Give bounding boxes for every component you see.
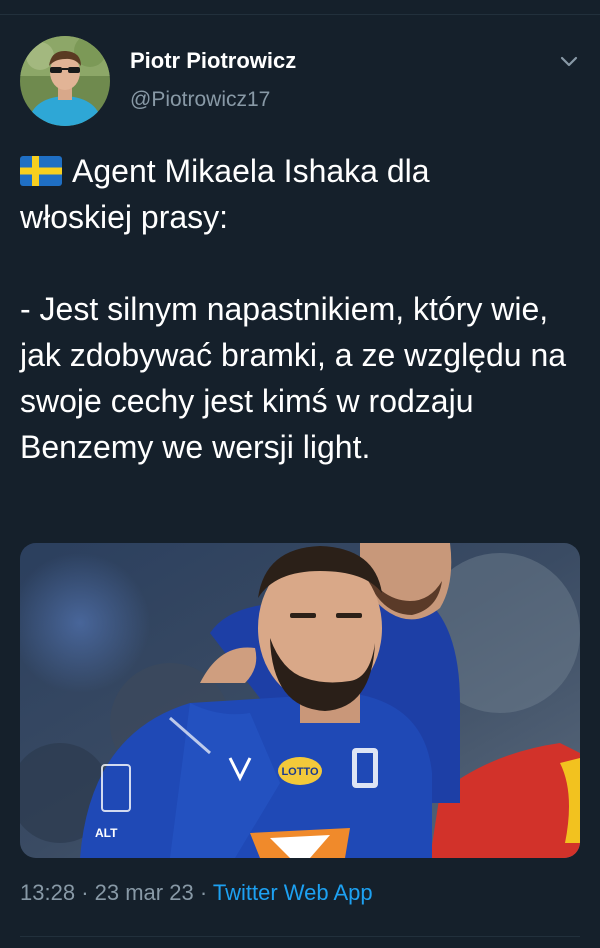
sponsor-badge-text: LOTTO <box>281 766 319 778</box>
avatar[interactable] <box>20 36 110 126</box>
tweet-line-2: włoskiej prasy: <box>20 199 229 235</box>
tweet-date[interactable]: 23 mar 23 <box>95 880 194 905</box>
tweet-photo[interactable]: LOTTO ALT <box>20 543 580 858</box>
chevron-down-icon[interactable] <box>558 50 580 72</box>
top-divider <box>0 14 600 15</box>
tweet-meta: 13:28 · 23 mar 23 · Twitter Web App <box>20 880 373 906</box>
tweet-time[interactable]: 13:28 <box>20 880 75 905</box>
tweet-quote: - Jest silnym napastnikiem, który wie, j… <box>20 291 567 465</box>
sweden-flag-icon <box>20 156 62 186</box>
photo-football-player: LOTTO ALT <box>20 543 580 858</box>
author-display-name[interactable]: Piotr Piotrowicz <box>130 48 296 74</box>
tweet-source-link[interactable]: Twitter Web App <box>213 880 373 905</box>
tweet-line-1: Agent Mikaela Ishaka dla <box>20 148 580 194</box>
tweet-line-1-text: Agent Mikaela Ishaka dla <box>72 153 430 189</box>
sleeve-text: ALT <box>95 826 118 840</box>
meta-separator: · <box>81 880 89 905</box>
tweet-page: Piotr Piotrowicz @Piotrowicz17 Agent Mik… <box>0 0 600 948</box>
tweet-text: Agent Mikaela Ishaka dla włoskiej prasy:… <box>20 148 580 470</box>
bottom-divider <box>20 936 580 937</box>
author-handle[interactable]: @Piotrowicz17 <box>130 88 270 112</box>
tweet-header: Piotr Piotrowicz @Piotrowicz17 <box>20 36 580 126</box>
meta-separator-2: · <box>199 880 208 905</box>
avatar-image <box>20 36 110 126</box>
